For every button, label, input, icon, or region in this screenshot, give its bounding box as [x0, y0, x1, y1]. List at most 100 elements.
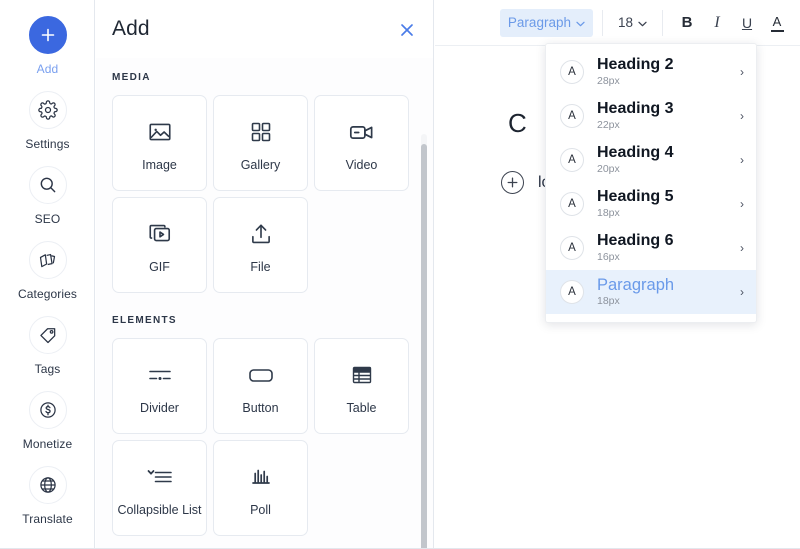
letter-a-icon: A: [560, 60, 584, 84]
underline-button[interactable]: U: [732, 9, 762, 37]
close-icon[interactable]: [397, 20, 417, 40]
tile-image[interactable]: Image: [112, 95, 207, 191]
dropdown-item-heading-2[interactable]: A Heading 2 28px ›: [546, 50, 756, 94]
tile-label-video: Video: [345, 158, 378, 172]
table-icon: [350, 357, 374, 393]
letter-a-icon: A: [560, 192, 584, 216]
elements-tile-grid: Divider Button Table Collapsible List Po…: [112, 338, 433, 536]
dropdown-item-name: Heading 3: [597, 100, 674, 117]
chevron-right-icon: ›: [740, 197, 744, 211]
chevron-right-icon: ›: [740, 109, 744, 123]
text-color-button[interactable]: A: [762, 9, 792, 37]
dropdown-item-size: 18px: [597, 207, 620, 219]
tile-video[interactable]: Video: [314, 95, 409, 191]
tile-label-button: Button: [242, 401, 279, 415]
dropdown-item-text: Heading 6 16px: [597, 232, 734, 264]
rail-label-categories: Categories: [17, 287, 78, 301]
search-icon: [28, 166, 67, 204]
dropdown-item-text: Paragraph 18px: [597, 276, 734, 308]
dropdown-item-text: Heading 3 22px: [597, 100, 734, 132]
tag-icon: [28, 316, 67, 354]
tile-label-table: Table: [346, 401, 377, 415]
plus-circle-icon[interactable]: [501, 171, 524, 194]
plus-icon: [28, 16, 67, 54]
app-root: Add Settings SEO Categories Tags Monetiz…: [0, 0, 800, 549]
rail-item-tags[interactable]: Tags: [0, 316, 95, 391]
dropdown-item-text: Heading 4 20px: [597, 144, 734, 176]
add-panel-body: MEDIA Image Gallery Video GIF File ELEME…: [96, 72, 433, 548]
style-selector-label: Paragraph: [507, 15, 571, 30]
letter-a-icon: A: [560, 280, 584, 304]
font-size-selector[interactable]: 18: [612, 9, 653, 37]
collapsible-list-icon: [145, 459, 175, 495]
rail-item-settings[interactable]: Settings: [0, 91, 95, 166]
tile-divider[interactable]: Divider: [112, 338, 207, 434]
italic-button[interactable]: I: [702, 9, 732, 37]
style-selector[interactable]: Paragraph: [499, 8, 593, 37]
font-size-label: 18: [617, 15, 633, 30]
toolbar-divider-1: [601, 9, 603, 36]
tile-label-file: File: [250, 260, 271, 274]
tile-label-poll: Poll: [250, 503, 271, 517]
tile-label-image: Image: [142, 158, 177, 172]
poll-bars-icon: [248, 459, 274, 495]
video-camera-icon: [348, 114, 375, 150]
tile-label-gif: GIF: [149, 260, 170, 274]
panel-scrollbar[interactable]: [421, 134, 427, 548]
chevron-down-icon: [638, 15, 647, 30]
toolbar-divider-2: [662, 9, 663, 36]
dropdown-item-text: Heading 2 28px: [597, 56, 734, 88]
tile-gallery[interactable]: Gallery: [213, 95, 308, 191]
text-color-bar: [770, 29, 784, 32]
tile-collapsible-list[interactable]: Collapsible List: [112, 440, 207, 536]
rail-item-seo[interactable]: SEO: [0, 166, 95, 241]
dropdown-item-name: Heading 2: [597, 56, 674, 73]
chevron-down-icon: [576, 15, 585, 30]
dropdown-item-heading-3[interactable]: A Heading 3 22px ›: [546, 94, 756, 138]
document-heading[interactable]: C: [508, 108, 527, 139]
rail-label-tags: Tags: [34, 362, 61, 376]
gallery-grid-icon: [249, 114, 273, 150]
dropdown-item-size: 20px: [597, 163, 620, 175]
rail-label-settings: Settings: [25, 137, 70, 151]
dropdown-item-size: 18px: [597, 295, 620, 307]
add-panel: Add MEDIA Image Gallery Video GIF File E…: [96, 0, 434, 548]
rail-item-monetize[interactable]: Monetize: [0, 391, 95, 466]
tile-gif[interactable]: GIF: [112, 197, 207, 293]
chevron-right-icon: ›: [740, 153, 744, 167]
rail-item-translate[interactable]: Translate: [0, 466, 95, 541]
tile-poll[interactable]: Poll: [213, 440, 308, 536]
section-label-elements: ELEMENTS: [112, 315, 177, 326]
dropdown-item-size: 28px: [597, 75, 620, 87]
dropdown-item-text: Heading 5 18px: [597, 188, 734, 220]
format-toolbar: Paragraph 18 B I U A: [435, 0, 800, 46]
rail-label-add: Add: [36, 62, 59, 76]
tile-label-gallery: Gallery: [240, 158, 281, 172]
rail-label-monetize: Monetize: [22, 437, 73, 451]
bold-button[interactable]: B: [672, 9, 702, 37]
letter-a-icon: A: [560, 104, 584, 128]
tile-button[interactable]: Button: [213, 338, 308, 434]
dropdown-item-heading-5[interactable]: A Heading 5 18px ›: [546, 182, 756, 226]
button-icon: [246, 357, 276, 393]
dropdown-item-paragraph[interactable]: A Paragraph 18px ›: [546, 270, 756, 314]
rail-item-categories[interactable]: Categories: [0, 241, 95, 316]
chevron-right-icon: ›: [740, 241, 744, 255]
tile-table[interactable]: Table: [314, 338, 409, 434]
letter-a-icon: A: [560, 236, 584, 260]
document-paragraph-row: lo: [501, 171, 550, 194]
style-dropdown-menu: A Heading 2 28px › A Heading 3 22px › A …: [545, 43, 757, 323]
chevron-right-icon: ›: [740, 285, 744, 299]
panel-scrollbar-thumb[interactable]: [421, 144, 427, 548]
gif-icon: [147, 216, 173, 252]
upload-icon: [248, 216, 274, 252]
chevron-right-icon: ›: [740, 65, 744, 79]
tile-label-divider: Divider: [140, 401, 179, 415]
dropdown-item-heading-4[interactable]: A Heading 4 20px ›: [546, 138, 756, 182]
cards-icon: [28, 241, 67, 279]
media-tile-grid: Image Gallery Video GIF File: [112, 95, 433, 293]
rail-item-add[interactable]: Add: [0, 16, 95, 91]
tile-file[interactable]: File: [213, 197, 308, 293]
dropdown-item-heading-6[interactable]: A Heading 6 16px ›: [546, 226, 756, 270]
dropdown-item-size: 22px: [597, 119, 620, 131]
